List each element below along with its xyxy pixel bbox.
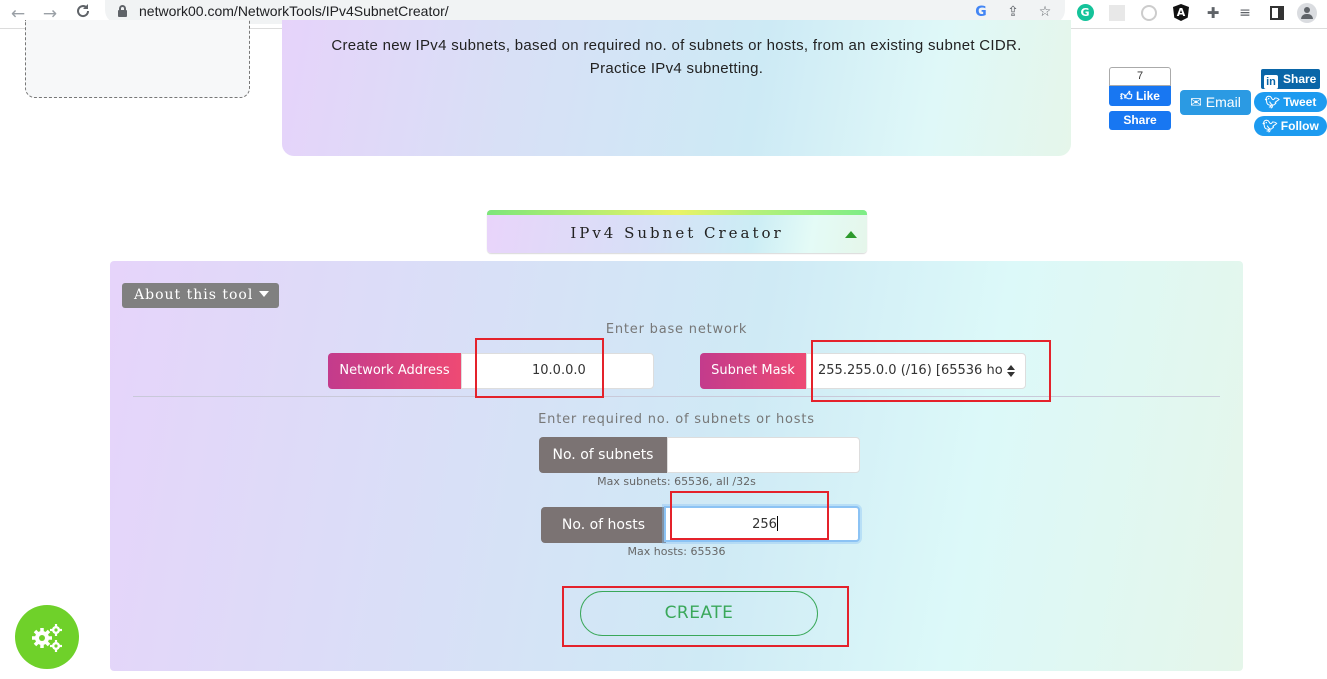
twitter-tweet-button[interactable]: 🐦︎ Tweet: [1254, 92, 1327, 112]
tool-description: Create new IPv4 subnets, based on requir…: [331, 37, 1022, 77]
required-label: Enter required no. of subnets or hosts: [538, 412, 815, 427]
text-cursor: [776, 516, 778, 531]
tool-header-toggle[interactable]: IPv4 Subnet Creator: [487, 210, 867, 253]
ad-placeholder: [25, 20, 250, 98]
hosts-input[interactable]: 256: [664, 506, 860, 542]
facebook-share-button[interactable]: Share: [1109, 111, 1171, 130]
email-label: Email: [1205, 94, 1241, 110]
settings-fab-button[interactable]: [15, 605, 79, 669]
ionic-icon[interactable]: [1141, 5, 1157, 21]
subnets-label: No. of subnets: [539, 437, 667, 473]
twitter-bird-icon: 🐦︎: [1264, 95, 1280, 109]
subnets-input[interactable]: [667, 437, 860, 473]
angular-icon[interactable]: A: [1173, 4, 1189, 21]
thumbs-up-icon: 👍︎: [1120, 89, 1133, 103]
twitter-follow-button[interactable]: 🐦︎ Follow: [1254, 116, 1327, 136]
share-icon[interactable]: ⇪: [1003, 2, 1023, 22]
tool-title: IPv4 Subnet Creator: [570, 224, 784, 242]
bookmark-star-icon[interactable]: ☆: [1035, 2, 1055, 22]
grammarly-icon[interactable]: G: [1076, 4, 1094, 21]
about-tool-button[interactable]: About this tool: [122, 283, 279, 308]
about-tool-label: About this tool: [134, 287, 254, 303]
google-icon[interactable]: G: [971, 2, 991, 22]
tool-description-banner: Create new IPv4 subnets, based on requir…: [282, 20, 1071, 156]
subnets-hint: Max subnets: 65536, all /32s: [597, 475, 756, 488]
envelope-icon: ✉: [1190, 94, 1202, 110]
linkedin-icon: in: [1264, 75, 1278, 89]
subnet-mask-selected-value: 255.255.0.0 (/16) [65536 ho: [818, 363, 1003, 378]
network-address-label: Network Address: [328, 353, 461, 389]
tweet-label: Tweet: [1283, 95, 1317, 109]
tool-panel: About this tool Enter base network Netwo…: [110, 261, 1243, 671]
facebook-like-label: Like: [1135, 89, 1160, 103]
caret-down-icon: [259, 291, 270, 297]
header-stripe: [487, 210, 867, 215]
facebook-like-button[interactable]: 👍︎ Like: [1109, 86, 1171, 106]
subnet-mask-select[interactable]: 255.255.0.0 (/16) [65536 ho: [806, 353, 1026, 389]
section-divider: [133, 396, 1220, 397]
create-button[interactable]: CREATE: [580, 591, 818, 636]
gears-icon: [32, 624, 62, 652]
profile-icon[interactable]: [1297, 3, 1317, 23]
media-control-icon[interactable]: ≡: [1235, 3, 1255, 23]
follow-label: Follow: [1280, 119, 1319, 133]
subnet-mask-label: Subnet Mask: [700, 353, 806, 389]
twitter-bird-icon: 🐦︎: [1262, 119, 1278, 133]
hosts-hint: Max hosts: 65536: [627, 545, 726, 558]
side-panel-icon[interactable]: [1270, 6, 1284, 20]
collapse-up-icon[interactable]: [845, 231, 857, 238]
lock-icon: [118, 5, 127, 17]
linkedin-share-button[interactable]: in Share: [1261, 69, 1320, 89]
extensions-puzzle-icon[interactable]: ✚: [1203, 3, 1223, 23]
select-updown-icon: [1007, 365, 1015, 377]
url-text[interactable]: network00.com/NetworkTools/IPv4SubnetCre…: [139, 3, 449, 19]
hosts-label: No. of hosts: [541, 507, 666, 543]
facebook-like-count: 7: [1109, 67, 1171, 86]
hosts-input-value: 256: [752, 517, 777, 532]
reload-icon: [77, 4, 90, 18]
email-share-button[interactable]: ✉ Email: [1180, 90, 1251, 115]
linkedin-share-label: Share: [1283, 72, 1317, 86]
network-address-input[interactable]: 10.0.0.0: [461, 353, 654, 389]
react-devtools-icon[interactable]: [1109, 5, 1125, 21]
base-network-label: Enter base network: [605, 322, 748, 337]
